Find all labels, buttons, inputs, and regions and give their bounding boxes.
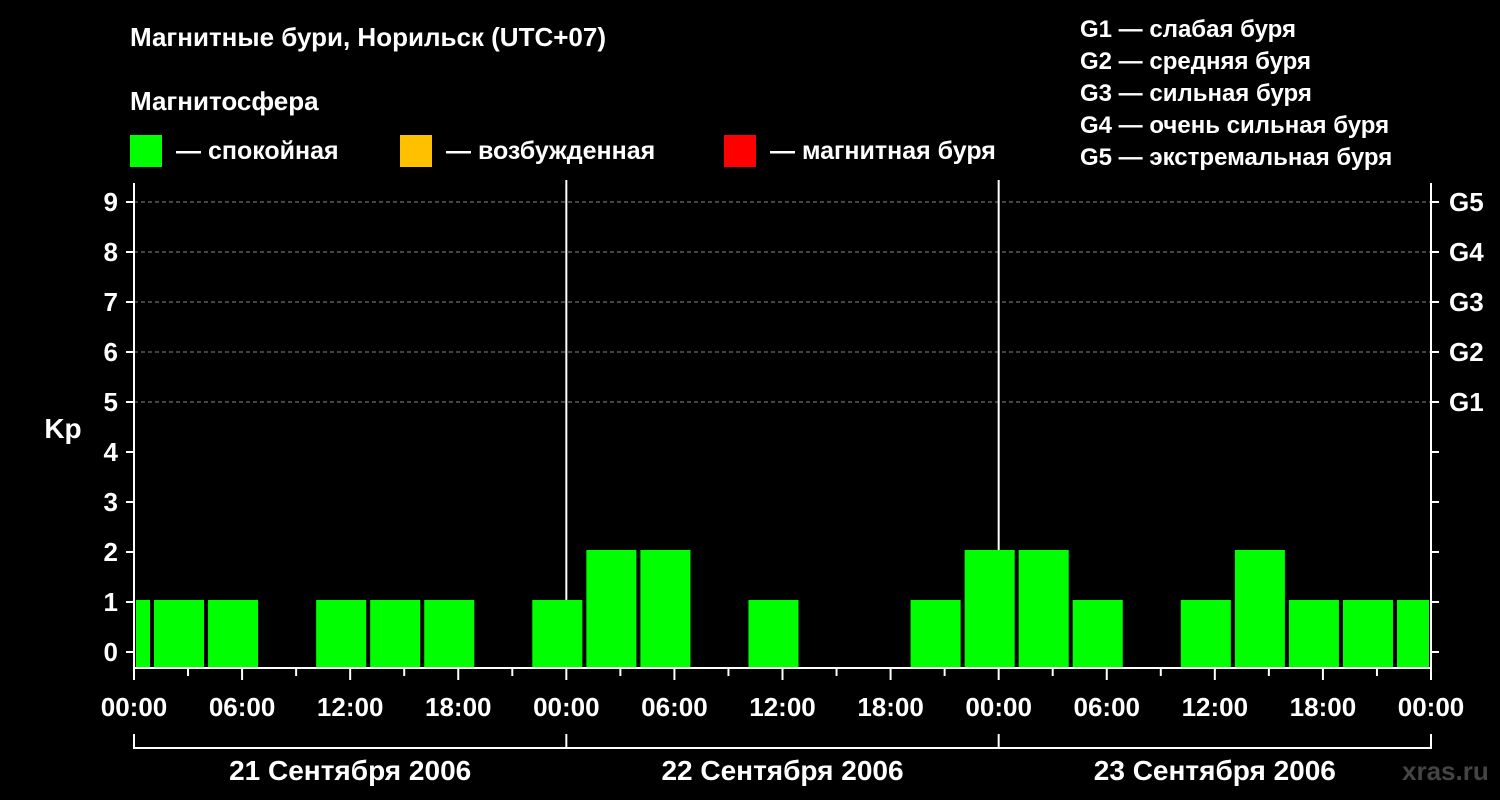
kp-bar [748, 600, 799, 668]
kp-bar [370, 600, 421, 668]
g-scale-tick-label: G1 [1449, 387, 1484, 417]
kp-bar [640, 550, 691, 668]
kp-bar [1288, 600, 1339, 668]
kp-bar [1234, 550, 1285, 668]
y-tick-label: 4 [104, 437, 119, 467]
y-tick-label: 2 [104, 537, 118, 567]
kp-bar [586, 550, 637, 668]
g-scale-tick-label: G5 [1449, 187, 1484, 217]
kp-chart: 0 1 2 3 4 5 6 7 8 9 G1 G2 G3 G4 G5 Kp 00:00 06:00 12:00 18:… [44, 180, 1484, 786]
kp-bar [154, 600, 205, 668]
x-tick-label: 18:00 [1290, 692, 1357, 722]
x-tick-label: 00:00 [101, 692, 168, 722]
g-scale-tick-label: G4 [1449, 237, 1484, 267]
x-tick-label: 06:00 [1074, 692, 1141, 722]
y-axis-label: Kp [44, 413, 81, 444]
day-label: 23 Сентября 2006 [1094, 755, 1336, 786]
x-tick-label: 06:00 [641, 692, 708, 722]
g-scale-tick-label: G3 [1449, 287, 1484, 317]
x-tick-label: 12:00 [749, 692, 816, 722]
kp-bar [1072, 600, 1123, 668]
y-tick-label: 0 [104, 637, 118, 667]
kp-bar [910, 600, 961, 668]
day-label: 21 Сентября 2006 [229, 755, 471, 786]
x-tick-label: 00:00 [965, 692, 1032, 722]
y-tick-label: 3 [104, 487, 118, 517]
x-tick-label: 18:00 [857, 692, 924, 722]
bars-layer [136, 550, 1429, 668]
kp-bar [1342, 600, 1393, 668]
day-label: 22 Сентября 2006 [661, 755, 903, 786]
kp-bar [424, 600, 475, 668]
y-tick-label: 5 [104, 387, 118, 417]
g-scale-tick-label: G2 [1449, 337, 1484, 367]
x-tick-label: 00:00 [533, 692, 600, 722]
x-tick-label: 18:00 [425, 692, 492, 722]
kp-bar [1396, 600, 1429, 668]
x-tick-label: 12:00 [317, 692, 384, 722]
kp-bar [208, 600, 259, 668]
x-tick-label: 12:00 [1182, 692, 1249, 722]
y-tick-label: 1 [104, 587, 118, 617]
axis-layer: 0 1 2 3 4 5 6 7 8 9 G1 G2 G3 G4 G5 Kp 00:00 06:00 12:00 18:… [44, 183, 1484, 786]
kp-bar [316, 600, 367, 668]
kp-bar [1180, 600, 1231, 668]
kp-bar [1018, 550, 1069, 668]
kp-bar [136, 600, 151, 668]
y-tick-label: 9 [104, 187, 118, 217]
kp-bar [964, 550, 1015, 668]
watermark: xras.ru [1402, 756, 1489, 786]
y-tick-label: 7 [104, 287, 118, 317]
y-tick-label: 8 [104, 237, 118, 267]
y-tick-label: 6 [104, 337, 118, 367]
kp-bar [532, 600, 583, 668]
x-tick-label: 06:00 [209, 692, 276, 722]
x-tick-label: 00:00 [1398, 692, 1465, 722]
